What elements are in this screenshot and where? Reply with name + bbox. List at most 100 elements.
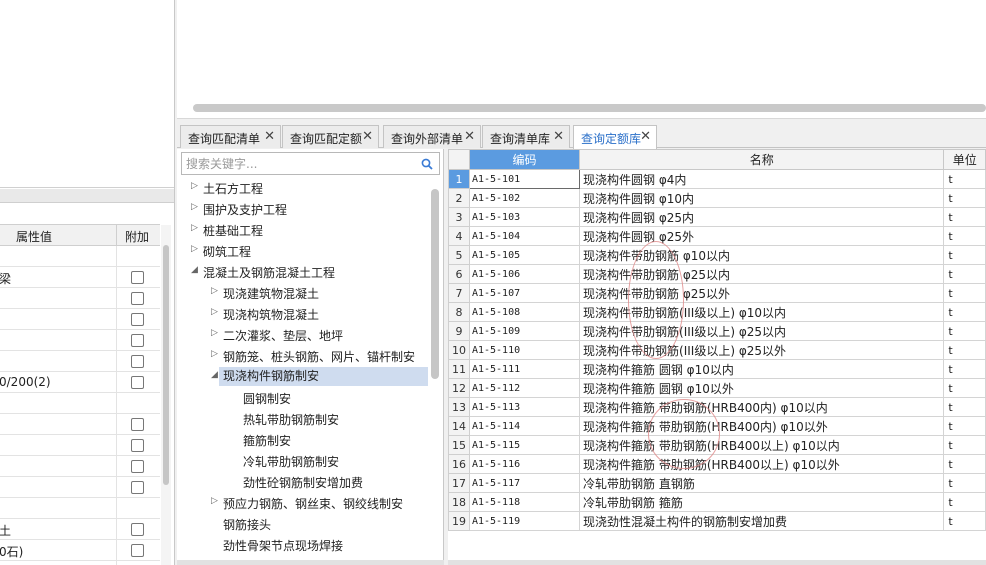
extra-checkbox[interactable] xyxy=(131,544,144,557)
unit-cell: t xyxy=(943,283,986,303)
expanded-arrow-icon[interactable]: ◢ xyxy=(191,265,201,275)
extra-checkbox[interactable] xyxy=(131,376,144,389)
unit-column-header[interactable]: 单位 xyxy=(943,149,986,170)
table-row[interactable]: 11 A1-5-111 现浇构件箍筋 圆钢 φ10以内 t xyxy=(448,359,986,379)
property-row[interactable] xyxy=(0,288,160,309)
extra-checkbox[interactable] xyxy=(131,460,144,473)
name-column-header[interactable]: 名称 xyxy=(579,149,945,170)
table-row[interactable]: 10 A1-5-110 现浇构件带肋钢筋(III级以上) φ25以外 t xyxy=(448,340,986,360)
close-icon[interactable]: ✕ xyxy=(640,129,651,144)
name-cell: 现浇构件圆钢 φ10内 xyxy=(579,188,945,208)
row-number: 19 xyxy=(448,511,470,531)
close-icon[interactable]: ✕ xyxy=(464,129,475,144)
tree-node[interactable]: 热轧带肋钢筋制安 xyxy=(177,408,432,429)
property-scrollbar[interactable] xyxy=(161,225,171,565)
table-row[interactable]: 12 A1-5-112 现浇构件箍筋 圆钢 φ10以外 t xyxy=(448,378,986,398)
tree-node[interactable]: ▷ 砌筑工程 xyxy=(177,240,432,261)
tree-node[interactable]: 箍筋制安 xyxy=(177,429,432,450)
property-row[interactable]: 土 xyxy=(0,519,160,540)
table-row[interactable]: 18 A1-5-118 冷轧带肋钢筋 箍筋 t xyxy=(448,492,986,512)
property-row[interactable] xyxy=(0,561,160,565)
horizontal-scrollbar[interactable] xyxy=(193,104,986,112)
tab-5[interactable]: 查询定额库 ✕ xyxy=(573,125,657,149)
table-row[interactable]: 15 A1-5-115 现浇构件箍筋 带肋钢筋(HRB400以上) φ10以内 t xyxy=(448,435,986,455)
property-row[interactable]: 0石) xyxy=(0,540,160,561)
collapsed-arrow-icon[interactable]: ▷ xyxy=(211,349,221,359)
tree-node[interactable]: 劲性砼钢筋制安增加费 xyxy=(177,471,432,492)
panel-divider[interactable] xyxy=(0,189,174,203)
extra-checkbox[interactable] xyxy=(131,481,144,494)
collapsed-arrow-icon[interactable]: ▷ xyxy=(191,223,201,233)
table-row[interactable]: 2 A1-5-102 现浇构件圆钢 φ10内 t xyxy=(448,188,986,208)
property-extra-cell xyxy=(116,435,160,455)
tree-node[interactable]: ▷ 二次灌浆、垫层、地坪 xyxy=(177,324,432,345)
tab-4[interactable]: 查询清单库 ✕ xyxy=(482,125,570,148)
table-row[interactable]: 17 A1-5-117 冷轧带肋钢筋 直钢筋 t xyxy=(448,473,986,493)
property-row[interactable] xyxy=(0,435,160,456)
collapsed-arrow-icon[interactable]: ▷ xyxy=(191,202,201,212)
property-row[interactable] xyxy=(0,351,160,372)
table-row[interactable]: 5 A1-5-105 现浇构件带肋钢筋 φ10以内 t xyxy=(448,245,986,265)
close-icon[interactable]: ✕ xyxy=(264,129,275,144)
tree-node[interactable]: 冷轧带肋钢筋制安 xyxy=(177,450,432,471)
tree-node[interactable]: ◢ 混凝土及钢筋混凝土工程 xyxy=(177,261,432,282)
property-row[interactable] xyxy=(0,246,160,267)
table-row[interactable]: 13 A1-5-113 现浇构件箍筋 带肋钢筋(HRB400内) φ10以内 t xyxy=(448,397,986,417)
tree-node[interactable]: ▷ 钢筋笼、桩头钢筋、网片、锚杆制安 xyxy=(177,345,432,366)
tree-scrollbar[interactable] xyxy=(431,189,439,379)
close-icon[interactable]: ✕ xyxy=(362,129,373,144)
extra-checkbox[interactable] xyxy=(131,418,144,431)
table-row[interactable]: 4 A1-5-104 现浇构件圆钢 φ25外 t xyxy=(448,226,986,246)
property-row[interactable] xyxy=(0,393,160,414)
scrollbar-thumb[interactable] xyxy=(163,245,169,485)
table-row[interactable]: 14 A1-5-114 现浇构件箍筋 带肋钢筋(HRB400内) φ10以外 t xyxy=(448,416,986,436)
collapsed-arrow-icon[interactable]: ▷ xyxy=(211,496,221,506)
close-icon[interactable]: ✕ xyxy=(553,129,564,144)
tree-node[interactable]: 钢筋接头 xyxy=(177,513,432,534)
tree-node[interactable]: ▷ 土石方工程 xyxy=(177,177,432,198)
table-row[interactable]: 3 A1-5-103 现浇构件圆钢 φ25内 t xyxy=(448,207,986,227)
extra-checkbox[interactable] xyxy=(131,292,144,305)
tree-node[interactable]: ▷ 现浇建筑物混凝土 xyxy=(177,282,432,303)
property-extra-cell xyxy=(116,351,160,371)
extra-checkbox[interactable] xyxy=(131,355,144,368)
extra-checkbox[interactable] xyxy=(131,439,144,452)
tree-node[interactable]: ▷ 桩基础工程 xyxy=(177,219,432,240)
property-row[interactable]: 0/200(2) xyxy=(0,372,160,393)
extra-checkbox[interactable] xyxy=(131,523,144,536)
property-row[interactable] xyxy=(0,498,160,519)
extra-checkbox[interactable] xyxy=(131,334,144,347)
collapsed-arrow-icon[interactable]: ▷ xyxy=(211,328,221,338)
property-row[interactable] xyxy=(0,477,160,498)
table-row[interactable]: 19 A1-5-119 现浇劲性混凝土构件的钢筋制安增加费 t xyxy=(448,511,986,531)
property-row[interactable] xyxy=(0,309,160,330)
property-row[interactable] xyxy=(0,414,160,435)
table-row[interactable]: 8 A1-5-108 现浇构件带肋钢筋(III级以上) φ10以内 t xyxy=(448,302,986,322)
tab-3[interactable]: 查询外部清单 ✕ xyxy=(383,125,481,148)
table-row[interactable]: 16 A1-5-116 现浇构件箍筋 带肋钢筋(HRB400以上) φ10以外 t xyxy=(448,454,986,474)
code-column-header[interactable]: 编码 xyxy=(468,149,581,170)
tree-node[interactable]: 圆钢制安 xyxy=(177,387,432,408)
tree-node[interactable]: ◢ 现浇构件钢筋制安 xyxy=(177,366,432,387)
table-row[interactable]: 7 A1-5-107 现浇构件带肋钢筋 φ25以外 t xyxy=(448,283,986,303)
collapsed-arrow-icon[interactable]: ▷ xyxy=(211,307,221,317)
search-input[interactable] xyxy=(182,153,412,174)
collapsed-arrow-icon[interactable]: ▷ xyxy=(191,244,201,254)
property-row[interactable]: 梁 xyxy=(0,267,160,288)
tree-node[interactable]: ▷ 现浇构筑物混凝土 xyxy=(177,303,432,324)
property-row[interactable] xyxy=(0,456,160,477)
collapsed-arrow-icon[interactable]: ▷ xyxy=(191,181,201,191)
table-row[interactable]: 1 A1-5-101 现浇构件圆钢 φ4内 t xyxy=(448,169,986,189)
tree-node[interactable]: ▷ 预应力钢筋、钢丝束、钢绞线制安 xyxy=(177,492,432,513)
extra-checkbox[interactable] xyxy=(131,271,144,284)
tab-2[interactable]: 查询匹配定额 ✕ xyxy=(282,125,379,148)
collapsed-arrow-icon[interactable]: ▷ xyxy=(211,286,221,296)
table-row[interactable]: 9 A1-5-109 现浇构件带肋钢筋(III级以上) φ25以内 t xyxy=(448,321,986,341)
tree-node[interactable]: ▷ 围护及支护工程 xyxy=(177,198,432,219)
extra-checkbox[interactable] xyxy=(131,313,144,326)
tab-1[interactable]: 查询匹配清单 ✕ xyxy=(180,125,281,148)
table-row[interactable]: 6 A1-5-106 现浇构件带肋钢筋 φ25以内 t xyxy=(448,264,986,284)
search-icon[interactable] xyxy=(421,158,433,170)
tree-node[interactable]: 劲性骨架节点现场焊接 xyxy=(177,534,432,555)
property-row[interactable] xyxy=(0,330,160,351)
